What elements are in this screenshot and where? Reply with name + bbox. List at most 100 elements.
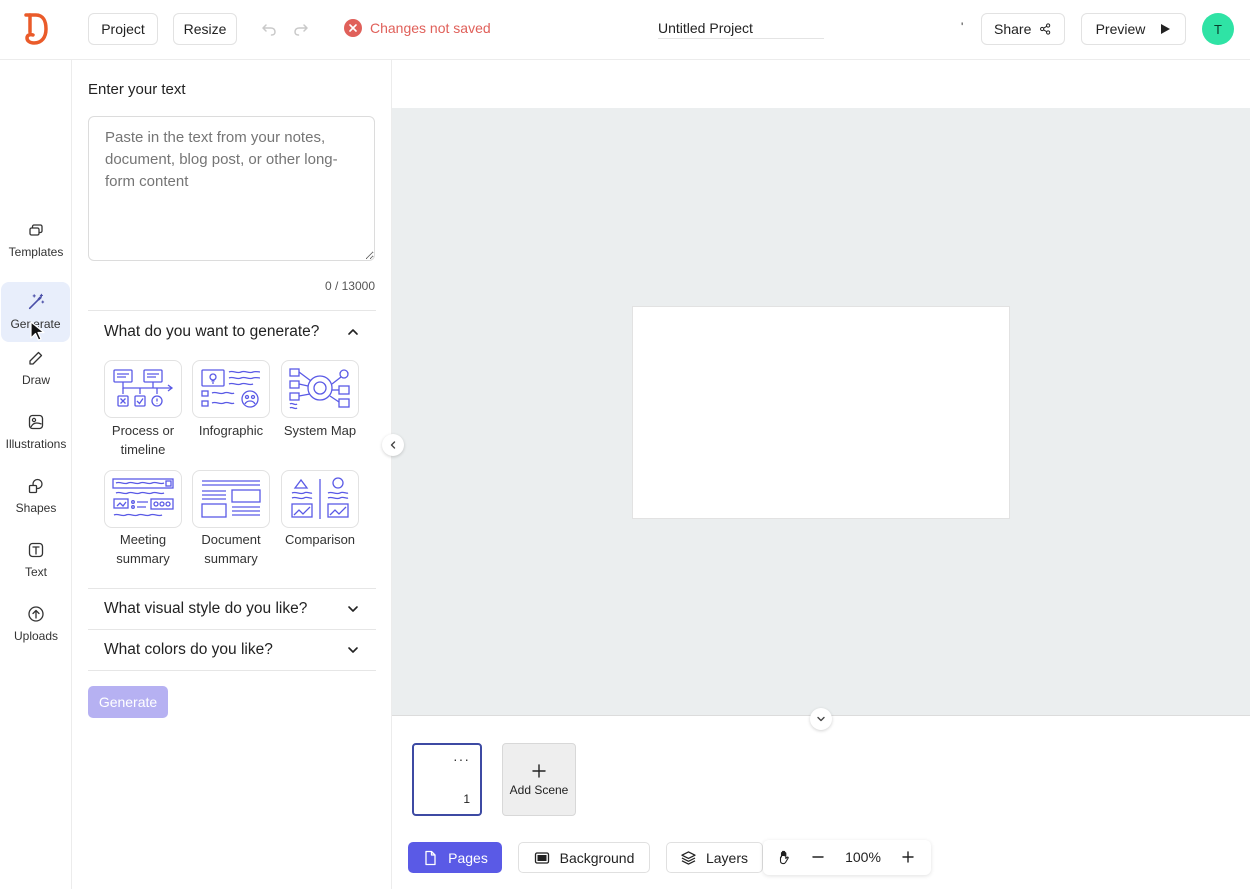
visual-style-accordion-header[interactable]: What visual style do you like?: [104, 600, 360, 618]
scene-thumbnail[interactable]: ··· 1: [412, 743, 482, 816]
rail-item-label: Uploads: [13, 629, 59, 643]
colors-accordion-header[interactable]: What colors do you like?: [104, 641, 360, 659]
background-icon: [534, 851, 549, 864]
redo-icon[interactable]: [292, 20, 310, 38]
pages-button[interactable]: Pages: [408, 842, 502, 873]
layers-button[interactable]: Layers: [666, 842, 763, 873]
pages-label: Pages: [448, 849, 488, 866]
option-system-map[interactable]: [281, 360, 359, 418]
page-icon: [425, 850, 436, 865]
app-logo-icon[interactable]: [22, 12, 48, 46]
left-tool-rail: Templates Generate Draw Illustrations Sh…: [0, 60, 72, 889]
panel-title: Enter your text: [88, 81, 186, 98]
option-label: Meeting summary: [116, 532, 170, 566]
option-document-summary[interactable]: [192, 470, 270, 528]
layers-label: Layers: [705, 849, 748, 866]
project-title-input[interactable]: Untitled Project: [658, 20, 824, 39]
workspace-top-strip: [392, 60, 1250, 108]
rail-item-draw[interactable]: Draw: [0, 338, 72, 398]
option-infographic[interactable]: [192, 360, 270, 418]
process-timeline-icon: [113, 369, 174, 407]
generate-button[interactable]: Generate: [88, 686, 168, 718]
save-status: Changes not saved: [344, 19, 491, 37]
rail-item-label: Text: [24, 565, 47, 579]
option-label: Document summary: [201, 532, 261, 566]
generate-type-accordion-header[interactable]: What do you want to generate?: [104, 323, 360, 341]
option-comparison[interactable]: [281, 470, 359, 528]
zoom-in-icon[interactable]: [900, 849, 916, 865]
scene-menu-icon[interactable]: ···: [453, 751, 470, 767]
rail-item-uploads[interactable]: Uploads: [0, 594, 72, 654]
layers-icon: [681, 850, 696, 865]
scene-number: 1: [463, 792, 470, 806]
chevron-up-icon: [348, 329, 358, 335]
divider: [88, 310, 376, 311]
rail-item-label: Illustrations: [5, 437, 67, 451]
rail-item-templates[interactable]: Templates: [0, 210, 72, 270]
system-map-icon: [289, 368, 350, 410]
save-status-text: Changes not saved: [370, 20, 491, 36]
illustration-icon: [28, 414, 44, 430]
chevron-left-icon: [390, 441, 396, 449]
divider: [88, 588, 376, 589]
background-label: Background: [559, 849, 635, 866]
accordion-title: What do you want to generate?: [104, 323, 320, 340]
add-scene-button[interactable]: Add Scene: [502, 743, 576, 816]
share-icon: [1040, 23, 1051, 35]
error-circle-icon: [344, 19, 362, 37]
option-process-timeline[interactable]: [104, 360, 182, 418]
option-label: Infographic: [198, 423, 264, 438]
meeting-summary-icon: [112, 478, 174, 517]
undo-icon[interactable]: [260, 20, 278, 38]
rail-item-text[interactable]: Text: [0, 530, 72, 590]
divider: [88, 670, 376, 671]
title-tick-mark: ': [961, 20, 964, 34]
resize-button[interactable]: Resize: [173, 13, 237, 45]
source-text-input[interactable]: [88, 116, 375, 261]
top-bar: Project Resize Changes not saved Untitle…: [0, 0, 1250, 60]
zoom-controls: 100%: [763, 840, 931, 875]
text-icon: [28, 542, 44, 558]
plus-icon: [532, 763, 546, 778]
rail-item-label: Shapes: [15, 501, 57, 515]
undo-redo-group: [260, 20, 310, 38]
chevron-down-icon: [348, 606, 358, 612]
zoom-level[interactable]: 100%: [841, 849, 885, 865]
add-scene-label: Add Scene: [509, 782, 569, 797]
toggle-timeline-button[interactable]: [810, 708, 832, 730]
background-button[interactable]: Background: [518, 842, 650, 873]
rail-item-label: Draw: [21, 373, 50, 387]
chevron-down-icon: [348, 647, 358, 653]
rail-item-shapes[interactable]: Shapes: [0, 466, 72, 526]
zoom-out-icon[interactable]: [810, 849, 826, 865]
infographic-icon: [201, 369, 261, 408]
document-summary-icon: [201, 480, 261, 518]
hand-tool-icon[interactable]: [777, 849, 793, 865]
rail-item-label: Templates: [8, 245, 64, 259]
user-avatar[interactable]: T: [1202, 13, 1234, 45]
pencil-icon: [29, 351, 43, 365]
chevron-down-icon: [817, 716, 825, 722]
share-button[interactable]: Share: [981, 13, 1065, 45]
shapes-icon: [28, 478, 43, 494]
preview-button[interactable]: Preview: [1081, 13, 1186, 45]
canvas-area[interactable]: [392, 108, 1250, 716]
upload-icon: [28, 606, 44, 622]
magic-wand-icon: [28, 293, 44, 310]
option-label: Comparison: [284, 532, 356, 547]
mouse-cursor-icon: [30, 321, 45, 341]
character-count: 0 / 13000: [324, 279, 375, 293]
option-label: Process or timeline: [111, 423, 175, 457]
rail-item-illustrations[interactable]: Illustrations: [0, 402, 72, 462]
option-meeting-summary[interactable]: [104, 470, 182, 528]
generate-panel: Enter your text 0 / 13000 What do you wa…: [72, 60, 392, 889]
collapse-panel-button[interactable]: [382, 434, 404, 456]
accordion-title: What visual style do you like?: [104, 600, 308, 617]
share-label: Share: [994, 21, 1032, 37]
play-icon: [1161, 24, 1171, 34]
preview-label: Preview: [1095, 21, 1146, 37]
accordion-title: What colors do you like?: [104, 641, 273, 658]
option-label: System Map: [283, 423, 357, 438]
project-menu-button[interactable]: Project: [88, 13, 158, 45]
artboard[interactable]: [632, 306, 1010, 519]
